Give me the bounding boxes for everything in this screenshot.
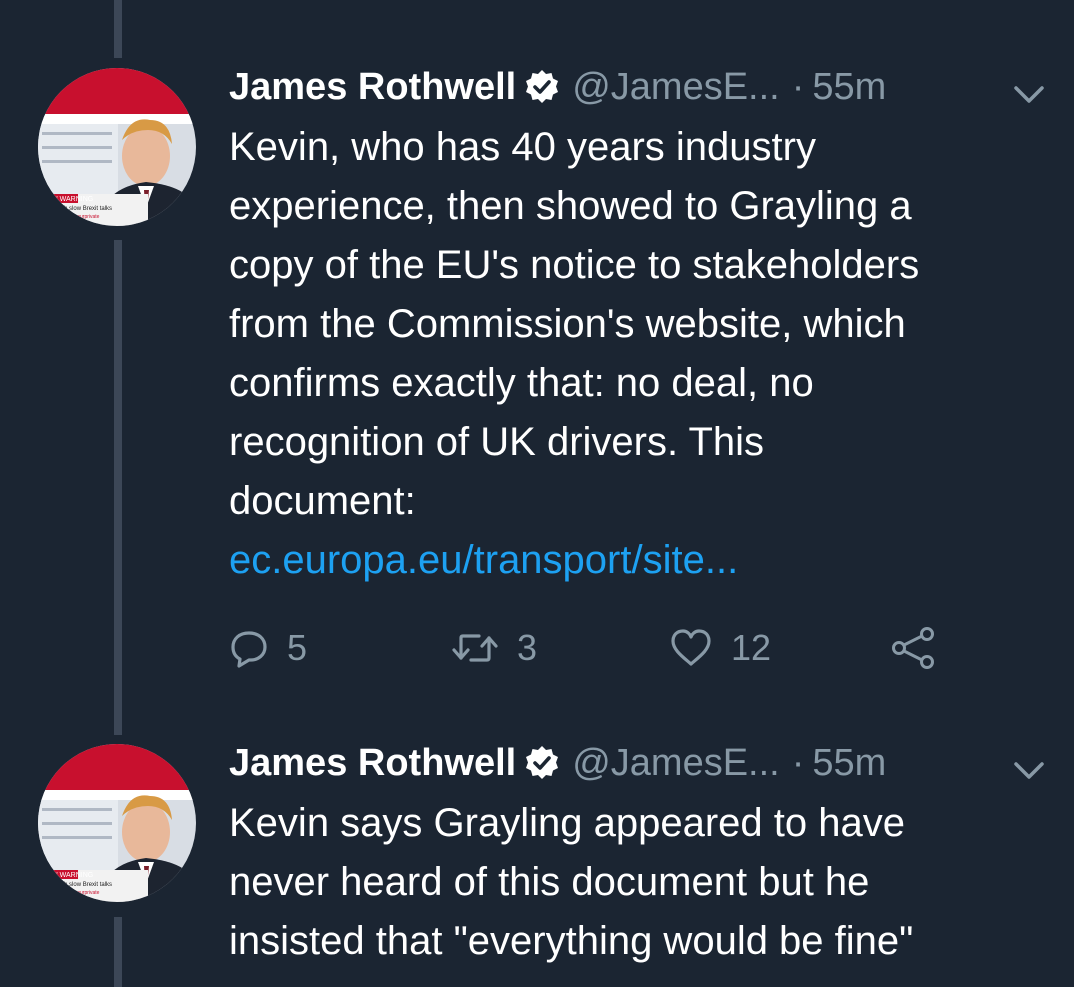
chevron-down-icon[interactable] bbox=[1012, 82, 1046, 106]
tweet[interactable]: MAIL' WARNING ed up with slow Brexit tal… bbox=[0, 720, 1074, 987]
tweet[interactable]: MAIL' WARNING ed up with slow Brexit tal… bbox=[0, 0, 1074, 700]
tweet-actions: 5 3 12 bbox=[229, 620, 989, 676]
timestamp[interactable]: 55m bbox=[812, 742, 886, 785]
tweet-text-line: experience, then showed to Grayling a bbox=[229, 184, 912, 228]
verified-badge-icon bbox=[524, 69, 560, 105]
avatar[interactable]: MAIL' WARNING ed up with slow Brexit tal… bbox=[38, 68, 196, 226]
tweet-header: James Rothwell @JamesE... · 55m bbox=[229, 738, 886, 788]
reply-count: 5 bbox=[287, 627, 308, 668]
avatar-caption-line: MAIL' WARNING bbox=[40, 872, 93, 879]
separator-dot: · bbox=[791, 741, 805, 784]
avatar-caption-line: RES & VIDEO: yourprivate bbox=[40, 890, 100, 896]
heart-icon bbox=[671, 629, 711, 666]
tweet-text-line: recognition of UK drivers. This bbox=[229, 420, 765, 464]
avatar-caption-line: ed up with slow Brexit talks bbox=[40, 206, 112, 212]
author-handle[interactable]: @JamesE... bbox=[572, 742, 780, 785]
author-name[interactable]: James Rothwell bbox=[229, 742, 516, 785]
avatar-caption-line: RES & VIDEO: yourprivate bbox=[40, 214, 100, 220]
timestamp[interactable]: 55m bbox=[812, 66, 886, 109]
author-name[interactable]: James Rothwell bbox=[229, 66, 516, 109]
tweet-text-line: copy of the EU's notice to stakeholders bbox=[229, 243, 920, 287]
avatar[interactable]: MAIL' WARNING ed up with slow Brexit tal… bbox=[38, 744, 196, 902]
tweet-text-line: never heard of this document but he bbox=[229, 860, 870, 904]
share-button[interactable] bbox=[889, 620, 937, 676]
chevron-down-icon[interactable] bbox=[1012, 758, 1046, 782]
tweet-text-line: insisted that "everything would be fine" bbox=[229, 919, 914, 963]
separator-dot: · bbox=[791, 65, 805, 108]
tweet-text-line: document: bbox=[229, 479, 416, 523]
tweet-link[interactable]: ec.europa.eu/transport/site... bbox=[229, 531, 1049, 590]
reply-button[interactable]: 5 bbox=[229, 620, 307, 676]
author-handle[interactable]: @JamesE... bbox=[572, 66, 780, 109]
like-count: 12 bbox=[731, 627, 772, 668]
tweet-text-line: from the Commission's website, which bbox=[229, 302, 906, 346]
verified-badge-icon bbox=[524, 745, 560, 781]
tweet-text-line: confirms exactly that: no deal, no bbox=[229, 361, 814, 405]
tweet-text: Kevin, who has 40 years industry experie… bbox=[229, 118, 1049, 590]
retweet-count: 3 bbox=[517, 627, 538, 668]
reply-icon bbox=[231, 631, 267, 668]
share-icon bbox=[892, 627, 934, 669]
retweet-button[interactable]: 3 bbox=[451, 620, 537, 676]
tweet-text-line: Kevin, who has 40 years industry bbox=[229, 125, 816, 169]
like-button[interactable]: 12 bbox=[669, 620, 771, 676]
retweet-icon bbox=[452, 634, 498, 662]
tweet-header: James Rothwell @JamesE... · 55m bbox=[229, 62, 886, 112]
avatar-caption-line: ed up with slow Brexit talks bbox=[40, 882, 112, 888]
avatar-caption-line: MAIL' WARNING bbox=[40, 196, 93, 203]
tweet-text-line: Kevin says Grayling appeared to have bbox=[229, 801, 905, 845]
tweet-text: Kevin says Grayling appeared to have nev… bbox=[229, 794, 1049, 971]
